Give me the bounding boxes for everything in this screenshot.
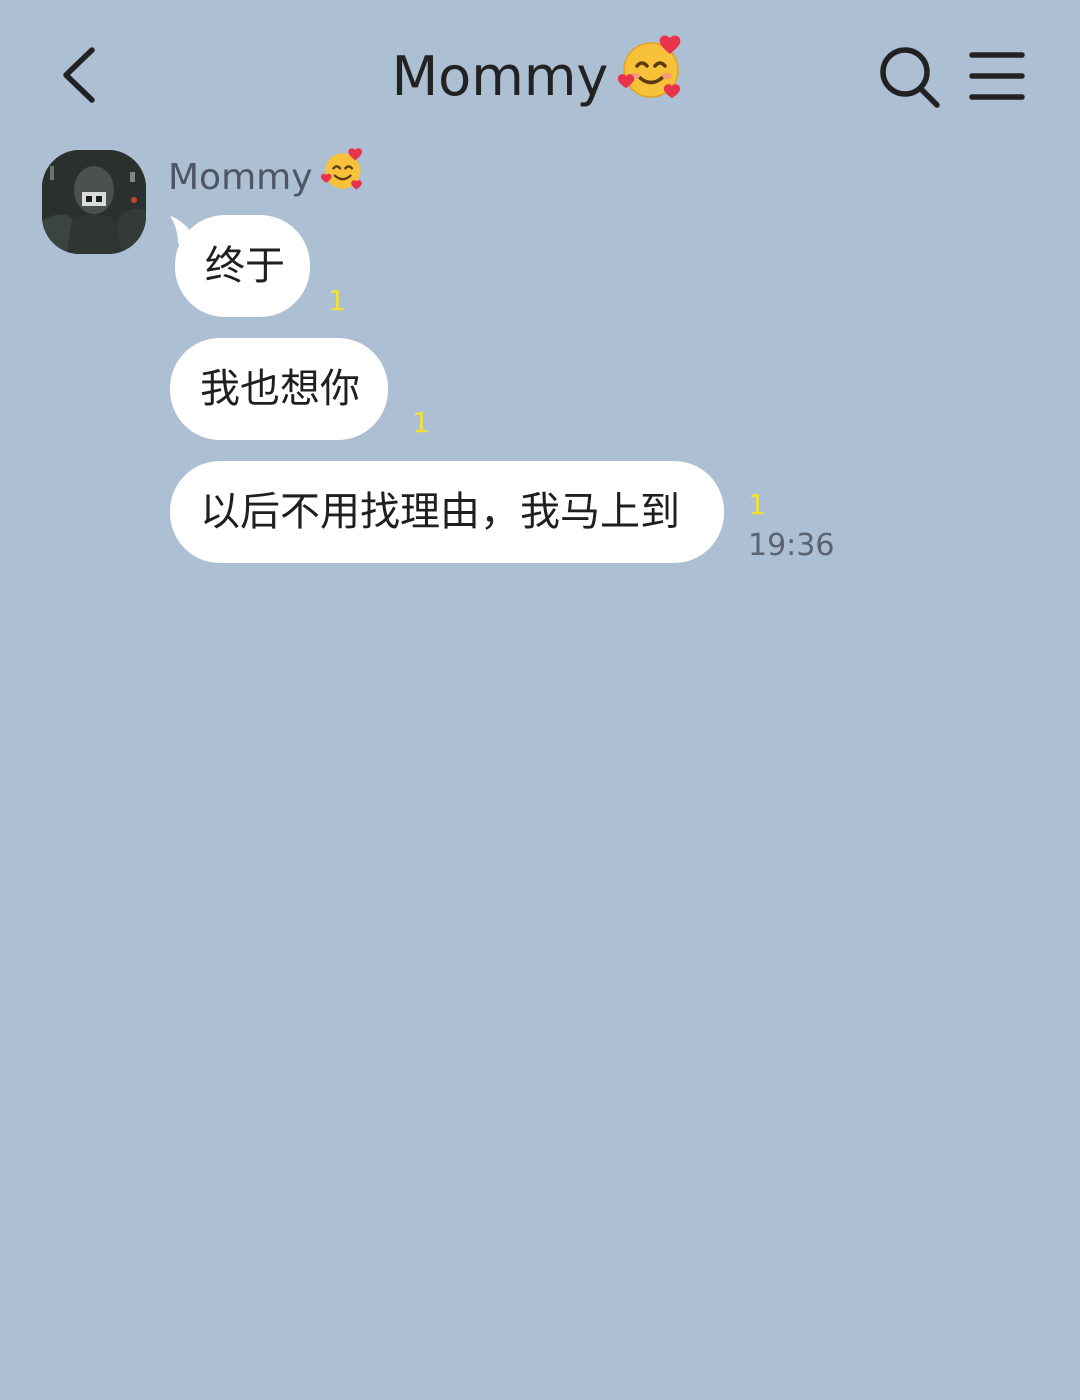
menu-button[interactable] <box>966 48 1028 104</box>
avatar-image <box>42 150 146 254</box>
message-bubble[interactable]: 以后不用找理由，我马上到 <box>170 461 724 563</box>
unread-count: 1 <box>748 488 766 521</box>
avatar[interactable] <box>42 150 146 254</box>
search-icon <box>880 47 940 108</box>
sender-name-text: Mommy <box>168 157 313 198</box>
search-button[interactable] <box>876 44 942 110</box>
menu-icon <box>969 52 1025 100</box>
message-bubble[interactable]: 我也想你 <box>170 338 388 440</box>
message-bubble[interactable]: 终于 <box>175 215 310 317</box>
message-text: 以后不用找理由，我马上到 <box>200 489 680 535</box>
message-text: 我也想你 <box>200 366 360 412</box>
unread-count: 1 <box>328 284 346 317</box>
chat-header: Mommy <box>0 0 1080 150</box>
message-time: 19:36 <box>748 528 835 563</box>
smiling-face-with-hearts-icon <box>320 146 367 206</box>
sender-name: Mommy <box>168 148 367 206</box>
unread-count: 1 <box>412 406 430 439</box>
message-text: 终于 <box>205 243 285 289</box>
smiling-face-with-hearts-icon <box>618 32 688 119</box>
chat-title-text: Mommy <box>391 45 609 109</box>
